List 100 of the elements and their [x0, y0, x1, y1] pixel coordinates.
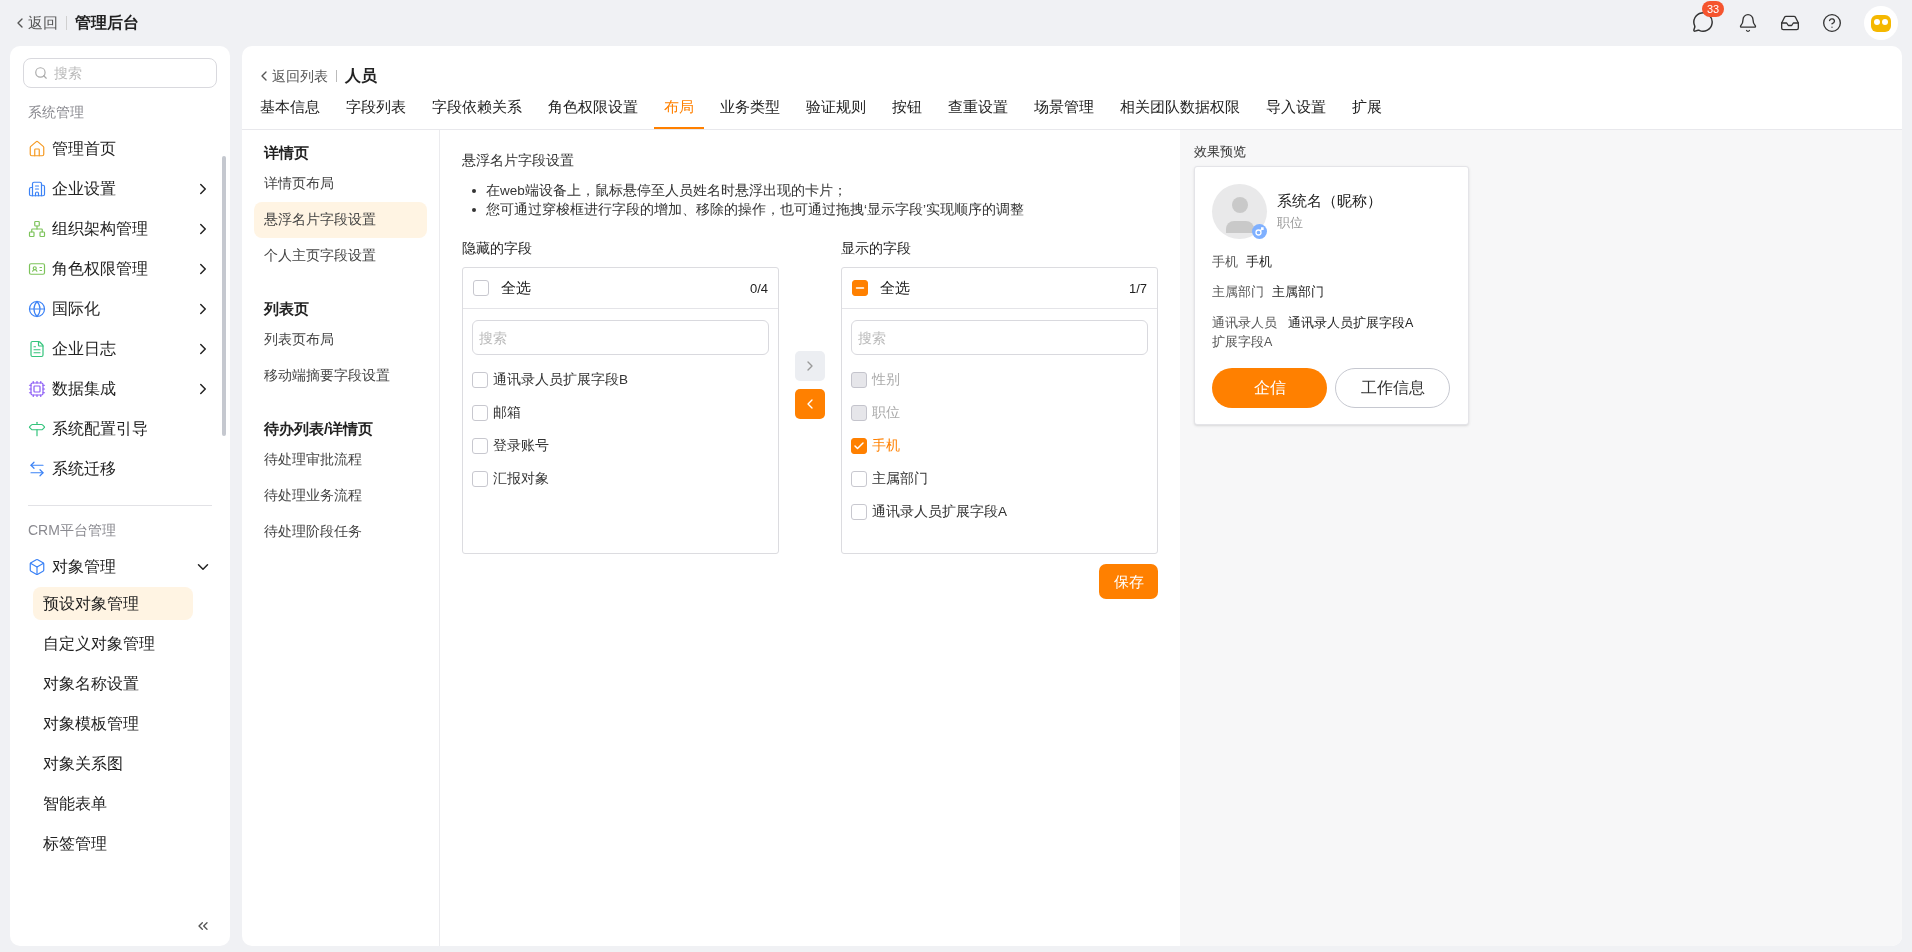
globe-icon	[28, 300, 46, 318]
nav-item[interactable]: 悬浮名片字段设置	[254, 202, 427, 238]
sidebar-item[interactable]: 角色权限管理	[52, 257, 148, 281]
tab[interactable]: 导入设置	[1256, 89, 1336, 129]
help-icon[interactable]	[1822, 13, 1842, 33]
checkbox[interactable]	[472, 404, 488, 421]
sidebar-item[interactable]: 企业日志	[52, 337, 116, 361]
field-value: 主属部门	[1272, 284, 1324, 302]
sidebar-item[interactable]: 对象管理	[52, 555, 116, 579]
checkbox[interactable]	[472, 437, 488, 454]
app-title: 管理后台	[75, 13, 139, 33]
back-link[interactable]: 返回列表	[272, 65, 328, 87]
checkbox[interactable]	[850, 437, 867, 454]
search-field[interactable]: 搜索	[472, 320, 770, 356]
field-value: 通讯录人员扩展字段A	[1288, 315, 1414, 332]
sidebar-item[interactable]: 组织架构管理	[52, 217, 148, 241]
nav-heading: 详情页	[262, 142, 310, 163]
sidebar-subitem[interactable]: 对象模板管理	[33, 707, 193, 740]
tab[interactable]: 按钮	[882, 89, 932, 129]
nav-item[interactable]: 待处理业务流程	[254, 478, 427, 514]
hierarchy-icon	[28, 220, 46, 238]
list-item[interactable]: 主属部门	[871, 468, 928, 489]
sidebar-subitem[interactable]: 对象关系图	[33, 747, 193, 780]
tab[interactable]: 角色权限设置	[538, 89, 648, 129]
inbox-icon[interactable]	[1780, 13, 1800, 33]
checkbox[interactable]	[851, 280, 868, 297]
nav-item[interactable]: 个人主页字段设置	[254, 238, 427, 274]
search-field[interactable]: 搜索	[850, 320, 1148, 356]
field-value: 手机	[1246, 253, 1272, 271]
sidebar-subitem[interactable]: 自定义对象管理	[33, 627, 193, 660]
select-all-label[interactable]: 全选	[501, 277, 738, 300]
nav-item[interactable]: 移动端摘要字段设置	[254, 358, 427, 394]
nav-item[interactable]: 待处理阶段任务	[254, 514, 427, 550]
nav-heading: 列表页	[263, 298, 310, 319]
checkbox[interactable]	[850, 503, 867, 520]
section-heading: 系统管理	[27, 103, 85, 122]
nav-item[interactable]: 待处理审批流程	[254, 442, 427, 478]
document-icon	[28, 340, 46, 358]
chip-icon	[28, 380, 46, 398]
item-count: 0/4	[750, 279, 769, 298]
arrows-icon	[28, 460, 46, 478]
select-all-label[interactable]: 全选	[879, 277, 1117, 300]
sidebar-item[interactable]: 管理首页	[52, 137, 116, 161]
sidebar-subitem[interactable]: 标签管理	[33, 827, 193, 860]
list-item[interactable]: 汇报对象	[493, 468, 549, 489]
building-icon	[28, 180, 46, 198]
tab[interactable]: 验证规则	[796, 89, 876, 129]
cube-icon	[28, 558, 46, 576]
sidebar-item[interactable]: 系统迁移	[52, 457, 116, 481]
note-text: 您可通过穿梭框进行字段的增加、移除的操作，也可通过拖拽‘显示字段’实现顺序的调整	[486, 201, 1024, 219]
tab[interactable]: 基本信息	[250, 89, 330, 129]
sidebar-item[interactable]: 企业设置	[52, 177, 116, 201]
preview-label: 效果预览	[1194, 143, 1247, 161]
search-field[interactable]: 搜索	[23, 58, 217, 88]
list-item[interactable]: 通讯录人员扩展字段A	[871, 501, 1007, 522]
tab[interactable]: 业务类型	[710, 89, 790, 129]
display-name: 系统名（昵称）	[1277, 190, 1382, 211]
position-text: 职位	[1277, 215, 1304, 232]
field-label: 主属部门	[1212, 284, 1264, 302]
tab[interactable]: 查重设置	[938, 89, 1018, 129]
page-title: 人员	[345, 66, 377, 86]
id-card-icon	[28, 260, 46, 278]
tab[interactable]: 字段依赖关系	[422, 89, 532, 129]
nav-item[interactable]: 详情页布局	[254, 166, 427, 202]
list-item[interactable]: 通讯录人员扩展字段B	[493, 369, 628, 390]
bell-icon[interactable]	[1738, 13, 1758, 33]
nav-heading: 待办列表/详情页	[263, 418, 375, 439]
sidebar-subitem[interactable]: 智能表单	[33, 787, 193, 820]
list-title: 隐藏的字段	[462, 240, 533, 258]
list-title: 显示的字段	[840, 240, 912, 258]
notification-badge: 33	[1702, 1, 1725, 17]
tab[interactable]: 相关团队数据权限	[1110, 89, 1250, 129]
section-heading: CRM平台管理	[28, 521, 117, 540]
field-label: 通讯录人员扩展字段A	[1212, 315, 1278, 351]
checkbox[interactable]	[850, 470, 867, 487]
chat-icon[interactable]	[1692, 11, 1714, 33]
sidebar-subitem[interactable]: 预设对象管理	[33, 587, 193, 620]
sidebar-item[interactable]: 数据集成	[52, 377, 116, 401]
tab[interactable]: 扩展	[1342, 89, 1392, 129]
bullet-icon	[472, 188, 476, 193]
sidebar-item[interactable]: 国际化	[52, 297, 100, 321]
checkbox[interactable]	[473, 280, 489, 297]
tab[interactable]: 场景管理	[1024, 89, 1104, 129]
tab[interactable]: 字段列表	[336, 89, 416, 129]
field-label: 手机	[1212, 253, 1238, 271]
sidebar-subitem[interactable]: 对象名称设置	[33, 667, 193, 700]
section-title: 悬浮名片字段设置	[462, 151, 575, 170]
nav-item[interactable]: 列表页布局	[254, 322, 427, 358]
item-count: 1/7	[1128, 279, 1147, 298]
checkbox[interactable]	[472, 470, 488, 487]
check-icon	[852, 439, 865, 452]
note-text: 在web端设备上，鼠标悬停至人员姓名时悬浮出现的卡片；	[486, 182, 847, 200]
bullet-icon	[472, 207, 476, 212]
checkbox[interactable]	[472, 371, 488, 388]
back-link[interactable]: 返回	[28, 11, 58, 35]
list-item[interactable]: 邮箱	[493, 402, 521, 423]
list-item[interactable]: 登录账号	[493, 435, 549, 456]
search-icon	[34, 66, 48, 80]
sidebar-item[interactable]: 系统配置引导	[52, 417, 148, 441]
home-icon	[28, 140, 46, 158]
